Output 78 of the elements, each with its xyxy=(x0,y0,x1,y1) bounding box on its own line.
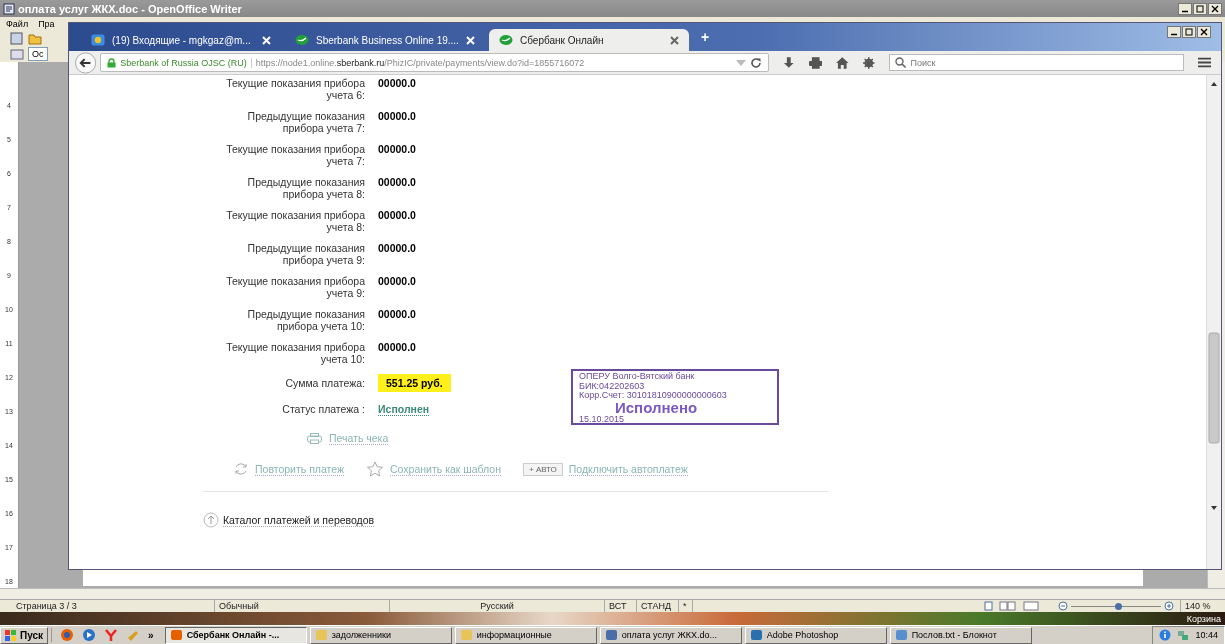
meter-reading-value: 00000.0 xyxy=(378,209,416,221)
star-icon[interactable] xyxy=(366,461,385,477)
bank-logo-icon xyxy=(295,34,309,46)
taskbar-task[interactable]: Adobe Photoshop xyxy=(744,626,887,644)
address-bar[interactable]: Sberbank of Russia OJSC (RU) https://node1.online.sberbank.ru/PhizIC/private/payments/view.do?id=1855716072 xyxy=(100,53,770,72)
menu-item[interactable]: Пра xyxy=(38,18,55,29)
mail-site-icon xyxy=(91,34,105,46)
meter-reading-value: 00000.0 xyxy=(378,242,416,254)
taskbar-task[interactable]: Послов.txt - Блокнот xyxy=(889,626,1032,644)
more-button[interactable]: » xyxy=(148,629,154,641)
minimize-button[interactable] xyxy=(1178,2,1192,15)
stamp-text: Корр.Счет: 30101810900000000603 xyxy=(579,391,728,401)
zoom-in-icon[interactable] xyxy=(1164,601,1174,611)
info-icon[interactable] xyxy=(1159,629,1172,641)
taskbar-task[interactable]: информационные xyxy=(454,626,597,644)
paragraph-style-field[interactable]: Ос xyxy=(28,47,48,61)
close-button[interactable] xyxy=(1197,26,1211,38)
toolbar-icon[interactable] xyxy=(10,31,24,45)
field-label: Статус платежа : xyxy=(281,403,365,415)
search-field[interactable]: Поиск xyxy=(888,54,1184,71)
field-label: Текущие показания прибора учета 9: xyxy=(225,275,365,299)
field-label: Предыдущие показания прибора учета 10: xyxy=(246,308,365,332)
payment-catalog-link[interactable]: Каталог платежей и переводов xyxy=(223,513,375,527)
y-letter-icon[interactable] xyxy=(104,628,119,642)
lock-icon xyxy=(107,57,117,68)
meter-reading-value: 00000.0 xyxy=(378,110,416,122)
start-button[interactable]: Пуск xyxy=(0,626,49,644)
taskbar-task[interactable]: оплата услуг ЖКХ.do... xyxy=(599,626,742,644)
new-tab-button[interactable]: + xyxy=(701,29,710,45)
windows-flag-icon xyxy=(5,629,17,641)
reload-icon[interactable] xyxy=(750,56,763,69)
zoom-out-icon[interactable] xyxy=(1058,601,1068,611)
minimize-button[interactable] xyxy=(1167,26,1181,38)
browser-tab[interactable]: Сбербанк Онлайн xyxy=(489,29,689,51)
field-label: Текущие показания прибора учета 10: xyxy=(225,341,365,365)
payment-status-link[interactable]: Исполнен xyxy=(378,402,430,416)
maximize-button[interactable] xyxy=(1193,2,1207,15)
field-label: Сумма платежа: xyxy=(284,377,365,389)
meter-reading-value: 00000.0 xyxy=(378,308,416,320)
menu-icon[interactable] xyxy=(1197,57,1211,68)
field-label: Предыдущие показания прибора учета 9: xyxy=(246,242,365,266)
menu-item[interactable]: Файл xyxy=(6,18,29,29)
auto-payment-badge[interactable]: + АВТО xyxy=(523,462,563,476)
print-icon[interactable] xyxy=(808,56,823,69)
maximize-button[interactable] xyxy=(1182,26,1196,38)
back-button[interactable] xyxy=(75,51,97,74)
field-label: Текущие показания прибора учета 6: xyxy=(225,77,365,101)
page-view-icons[interactable] xyxy=(984,601,1040,611)
up-arrow-circle-icon[interactable] xyxy=(203,512,219,528)
meter-reading-value: 00000.0 xyxy=(378,176,416,188)
window-title: оплата услуг ЖКХ.doc - OpenOffice Writer xyxy=(18,2,242,15)
payment-amount: 551.25 руб. xyxy=(378,374,451,392)
close-icon[interactable] xyxy=(670,35,679,45)
home-icon[interactable] xyxy=(836,56,849,69)
horizontal-scrollbar[interactable] xyxy=(0,588,1225,599)
field-label: Текущие показания прибора учета 8: xyxy=(225,209,365,233)
settings-icon[interactable] xyxy=(862,56,875,69)
desktop-icon-label[interactable]: Корзина xyxy=(1186,613,1221,624)
taskbar-task[interactable]: Сбербанк Онлайн -... xyxy=(164,626,307,644)
close-button[interactable] xyxy=(1208,2,1222,15)
media-player-icon[interactable] xyxy=(82,628,97,642)
download-icon[interactable] xyxy=(783,56,795,69)
browser-tab[interactable]: (19) Входящие - mgkgaz@m... xyxy=(81,29,281,51)
meter-reading-value: 00000.0 xyxy=(378,341,416,353)
field-label: Предыдущие показания прибора учета 7: xyxy=(246,110,365,134)
meter-reading-value: 00000.0 xyxy=(378,275,416,287)
meter-reading-value: 00000.0 xyxy=(378,143,416,155)
taskbar-task[interactable]: задолженники xyxy=(309,626,452,644)
stamp-date: 15.10.2015 xyxy=(579,414,626,424)
field-label: Предыдущие показания прибора учета 8: xyxy=(246,176,365,200)
stamp-text: БИК:042202603 xyxy=(579,381,646,391)
meter-reading-value: 00000.0 xyxy=(378,77,416,89)
stamp-status: Исполнено xyxy=(615,400,699,415)
clock: 10:44 xyxy=(1195,630,1218,640)
stamp-text: ОПЕРУ Волго-Вятский банк xyxy=(579,372,696,382)
browser-tab[interactable]: Sberbank Business Online 19.... xyxy=(285,29,485,51)
field-label: Текущие показания прибора учета 7: xyxy=(225,143,365,167)
bank-logo-icon xyxy=(499,34,513,46)
